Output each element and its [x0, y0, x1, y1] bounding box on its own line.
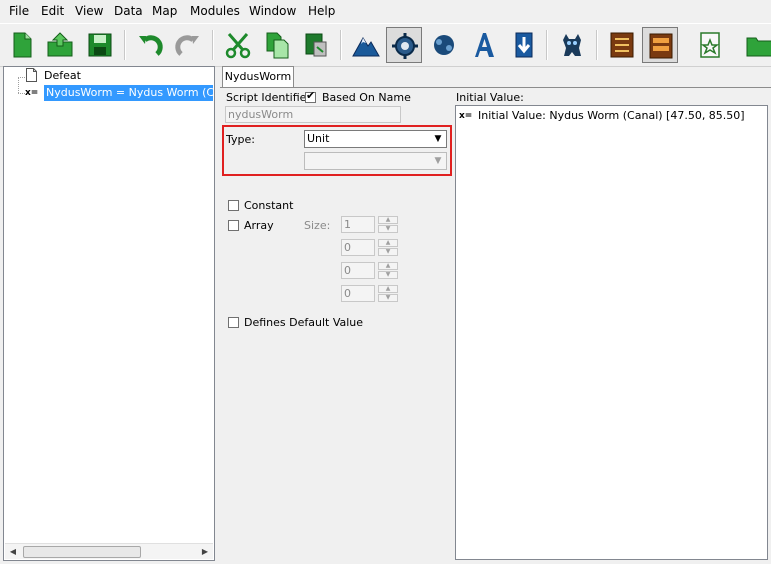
new-file-icon: [13, 32, 32, 58]
variable-icon: x=: [459, 111, 473, 121]
menu-data[interactable]: Data: [114, 4, 143, 18]
array-size-spinner-1[interactable]: ▲ ▼: [378, 216, 398, 233]
scroll-right-icon[interactable]: ▶: [198, 545, 212, 558]
text-a-icon: [475, 33, 494, 57]
scroll-left-icon[interactable]: ◀: [6, 545, 20, 558]
based-on-name-checkbox[interactable]: ✔: [305, 89, 316, 103]
tab-strip: NydusWorm: [220, 66, 771, 88]
tree-item-defeat[interactable]: Defeat: [44, 68, 81, 84]
creature-icon: [563, 34, 581, 56]
undo-icon: [139, 35, 163, 56]
page-icon: [26, 68, 37, 82]
module-button[interactable]: [642, 27, 678, 63]
toolbar-separator: [124, 30, 126, 60]
folder-icon: [746, 37, 771, 57]
script-identifier-label: Script Identifier:: [226, 91, 315, 104]
redo-icon: [175, 35, 199, 56]
import-button[interactable]: [506, 27, 542, 63]
save-button[interactable]: [82, 27, 118, 63]
spin-down-icon[interactable]: ▼: [378, 225, 398, 233]
toolbar-separator: [546, 30, 548, 60]
terrain-button[interactable]: [348, 27, 384, 63]
open-folder-button[interactable]: [742, 27, 771, 63]
import-arrow-icon: [515, 32, 533, 58]
copy-icon: [266, 32, 289, 59]
open-folder-icon: [47, 32, 73, 57]
menu-window[interactable]: Window: [249, 4, 296, 18]
tree-connector: [18, 77, 19, 93]
menu-view[interactable]: View: [75, 4, 103, 18]
toolbar: [0, 23, 771, 67]
array-checkbox[interactable]: [228, 220, 239, 231]
menu-bar: File Edit View Data Map Modules Window H…: [0, 0, 771, 22]
array-size-input-1[interactable]: 1: [341, 216, 375, 233]
array-size-input-2[interactable]: 0: [341, 239, 375, 256]
scroll-thumb[interactable]: [23, 546, 141, 558]
spin-down-icon[interactable]: ▼: [378, 248, 398, 256]
spin-up-icon[interactable]: ▲: [378, 262, 398, 270]
defines-default-checkbox[interactable]: [228, 317, 239, 328]
undo-button[interactable]: [132, 27, 168, 63]
text-button[interactable]: [466, 27, 502, 63]
data-editor-button[interactable]: [604, 27, 640, 63]
save-icon: [88, 33, 112, 57]
array-label: Array: [244, 219, 274, 232]
tree-item-nydusworm[interactable]: NydusWorm = Nydus Worm (Canal): [44, 85, 213, 101]
spin-up-icon[interactable]: ▲: [378, 285, 398, 293]
copy-button[interactable]: [259, 27, 295, 63]
list-icon: [610, 32, 634, 58]
initial-value-label: Initial Value:: [456, 91, 524, 104]
new-file-button[interactable]: [4, 27, 40, 63]
initial-value-list[interactable]: x= Initial Value: Nydus Worm (Canal) [47…: [455, 105, 768, 560]
spin-down-icon[interactable]: ▼: [378, 271, 398, 279]
spin-down-icon[interactable]: ▼: [378, 294, 398, 302]
open-button[interactable]: [42, 27, 78, 63]
gear-icon: [392, 33, 418, 59]
size-label: Size:: [304, 219, 331, 232]
spin-up-icon[interactable]: ▲: [378, 216, 398, 224]
menu-map[interactable]: Map: [152, 4, 177, 18]
units-icon: [434, 35, 454, 55]
paste-button[interactable]: [298, 27, 334, 63]
menu-help[interactable]: Help: [308, 4, 335, 18]
array-size-input-4[interactable]: 0: [341, 285, 375, 302]
array-size-spinner-2[interactable]: ▲ ▼: [378, 239, 398, 256]
array-size-input-3[interactable]: 0: [341, 262, 375, 279]
based-on-name-label: Based On Name: [322, 91, 411, 104]
array-size-spinner-4[interactable]: ▲ ▼: [378, 285, 398, 302]
document-star-icon: [700, 32, 720, 58]
triggers-button[interactable]: [386, 27, 422, 63]
tab-nydusworm[interactable]: NydusWorm: [222, 66, 294, 87]
trigger-tree[interactable]: Defeat x= NydusWorm = Nydus Worm (Canal)…: [3, 66, 215, 561]
defines-default-label: Defines Default Value: [244, 316, 364, 329]
toolbar-separator: [212, 30, 214, 60]
table-icon: [649, 33, 673, 59]
menu-modules[interactable]: Modules: [190, 4, 240, 18]
cut-button[interactable]: [220, 27, 256, 63]
variable-icon: x=: [25, 88, 39, 98]
constant-label: Constant: [244, 199, 294, 212]
initial-value-item[interactable]: Initial Value: Nydus Worm (Canal) [47.50…: [478, 109, 745, 122]
spin-up-icon[interactable]: ▲: [378, 239, 398, 247]
array-size-spinner-3[interactable]: ▲ ▼: [378, 262, 398, 279]
units-button[interactable]: [426, 27, 462, 63]
mountain-icon: [352, 37, 380, 57]
paste-icon: [305, 33, 327, 57]
scissors-icon: [225, 33, 251, 59]
constant-checkbox[interactable]: [228, 200, 239, 211]
preview-button[interactable]: [692, 27, 728, 63]
toolbar-separator: [596, 30, 598, 60]
ai-button[interactable]: [554, 27, 590, 63]
script-identifier-input[interactable]: nydusWorm: [225, 106, 401, 123]
type-highlight-box: [222, 125, 452, 176]
tree-horizontal-scrollbar[interactable]: ◀ ▶: [5, 543, 213, 559]
menu-edit[interactable]: Edit: [41, 4, 64, 18]
checkmark-icon: ✔: [306, 89, 316, 102]
menu-file[interactable]: File: [9, 4, 29, 18]
redo-button[interactable]: [170, 27, 206, 63]
toolbar-separator: [340, 30, 342, 60]
